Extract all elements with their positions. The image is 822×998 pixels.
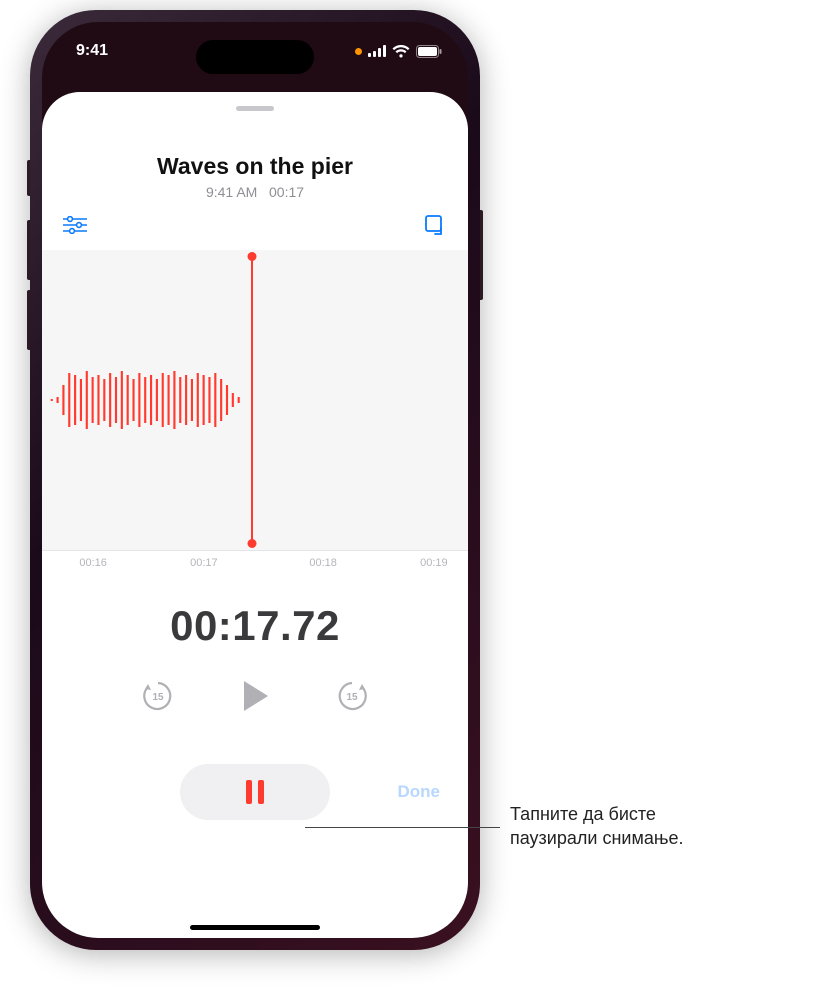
toolbar-row [42,200,468,244]
recording-meta-time: 9:41 AM [206,184,257,200]
mute-switch [27,160,30,196]
ruler-tick: 00:17 [190,557,218,569]
ruler-tick: 00:19 [420,557,448,569]
recording-meta-duration: 00:17 [269,184,304,200]
recorder-sheet: Waves on the pier 9:41 AM 00:17 [42,92,468,938]
recording-title[interactable]: Waves on the pier [42,153,468,180]
phone-frame: 9:41 Waves on the pier 9:41 AM 00:17 [30,10,480,950]
pause-icon [245,780,265,804]
recording-indicator-dot-icon [355,48,362,55]
time-ruler: 00:16 00:17 00:18 00:19 [42,550,468,578]
options-icon[interactable] [62,214,88,236]
recording-meta: 9:41 AM 00:17 [42,184,468,200]
volume-down [27,290,30,350]
callout-text: Тапните да бисте паузирали снимање. [510,802,683,851]
skip-back-15-button[interactable]: 15 [141,679,175,713]
play-button[interactable] [235,676,275,716]
screen: 9:41 Waves on the pier 9:41 AM 00:17 [42,22,468,938]
waveform-area[interactable] [42,250,468,550]
elapsed-time: 00:17.72 [42,602,468,650]
waveform-icon [42,355,246,445]
done-button[interactable]: Done [398,782,441,802]
trim-icon[interactable] [422,214,448,236]
battery-icon [416,45,442,58]
callout-leader [305,827,500,828]
status-time: 9:41 [76,42,108,60]
playhead[interactable] [251,256,253,544]
side-button [480,210,483,300]
status-right [355,45,442,58]
playback-controls: 15 15 [42,676,468,716]
pause-record-button[interactable] [180,764,330,820]
skip-fwd-label: 15 [346,692,358,703]
dynamic-island [196,40,314,74]
record-bottom-row: Done [42,764,468,820]
volume-up [27,220,30,280]
callout-line2: паузирали снимање. [510,828,683,848]
skip-back-label: 15 [152,692,164,703]
ruler-tick: 00:16 [79,557,107,569]
skip-forward-15-button[interactable]: 15 [335,679,369,713]
callout-line1: Тапните да бисте [510,804,656,824]
cellular-icon [368,45,386,57]
ruler-tick: 00:18 [309,557,337,569]
wifi-icon [392,45,410,58]
sheet-grabber[interactable] [236,106,274,111]
home-indicator[interactable] [190,925,320,930]
